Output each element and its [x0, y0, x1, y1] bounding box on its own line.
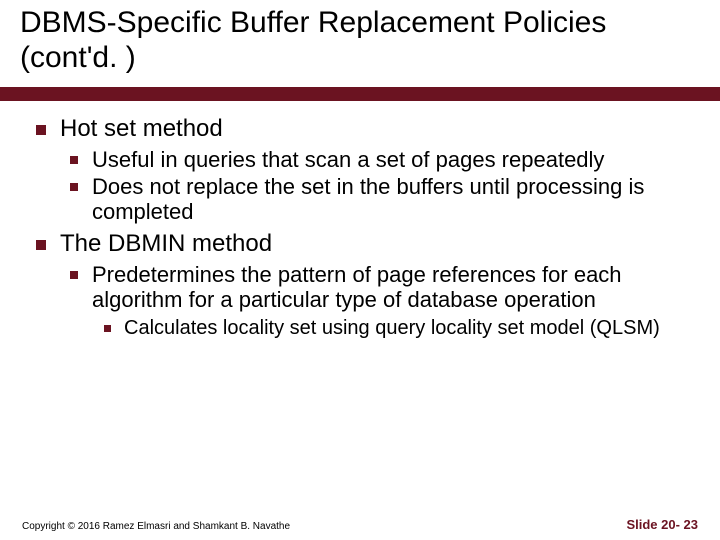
list-item-text: Predetermines the pattern of page refere…: [92, 262, 622, 312]
content-area: Hot set method Useful in queries that sc…: [0, 101, 720, 340]
list-item: The DBMIN method Predetermines the patte…: [28, 230, 692, 339]
list-item-text: Calculates locality set using query loca…: [124, 317, 660, 339]
bullet-icon: [70, 156, 78, 164]
list-item-text: Hot set method: [60, 115, 223, 142]
list-item: Calculates locality set using query loca…: [92, 317, 692, 340]
bullet-icon: [104, 325, 111, 332]
bullet-list-level2: Useful in queries that scan a set of pag…: [60, 147, 692, 225]
list-item: Useful in queries that scan a set of pag…: [60, 147, 692, 172]
bullet-list-level2: Predetermines the pattern of page refere…: [60, 262, 692, 340]
list-item: Does not replace the set in the buffers …: [60, 174, 692, 225]
divider-bar: [0, 87, 720, 101]
bullet-list-level3: Calculates locality set using query loca…: [92, 317, 692, 340]
copyright-text: Copyright © 2016 Ramez Elmasri and Shamk…: [22, 521, 290, 532]
title-area: DBMS-Specific Buffer Replacement Policie…: [0, 0, 720, 87]
bullet-icon: [70, 183, 78, 191]
list-item-text: Does not replace the set in the buffers …: [92, 174, 644, 224]
footer: Copyright © 2016 Ramez Elmasri and Shamk…: [0, 517, 720, 532]
slide-title: DBMS-Specific Buffer Replacement Policie…: [20, 6, 700, 75]
slide: DBMS-Specific Buffer Replacement Policie…: [0, 0, 720, 540]
bullet-list-level1: Hot set method Useful in queries that sc…: [28, 115, 692, 340]
bullet-icon: [36, 125, 46, 135]
list-item: Predetermines the pattern of page refere…: [60, 262, 692, 340]
bullet-icon: [36, 240, 46, 250]
list-item-text: The DBMIN method: [60, 230, 272, 257]
slide-number: Slide 20- 23: [626, 517, 698, 532]
bullet-icon: [70, 271, 78, 279]
list-item-text: Useful in queries that scan a set of pag…: [92, 147, 604, 172]
list-item: Hot set method Useful in queries that sc…: [28, 115, 692, 224]
